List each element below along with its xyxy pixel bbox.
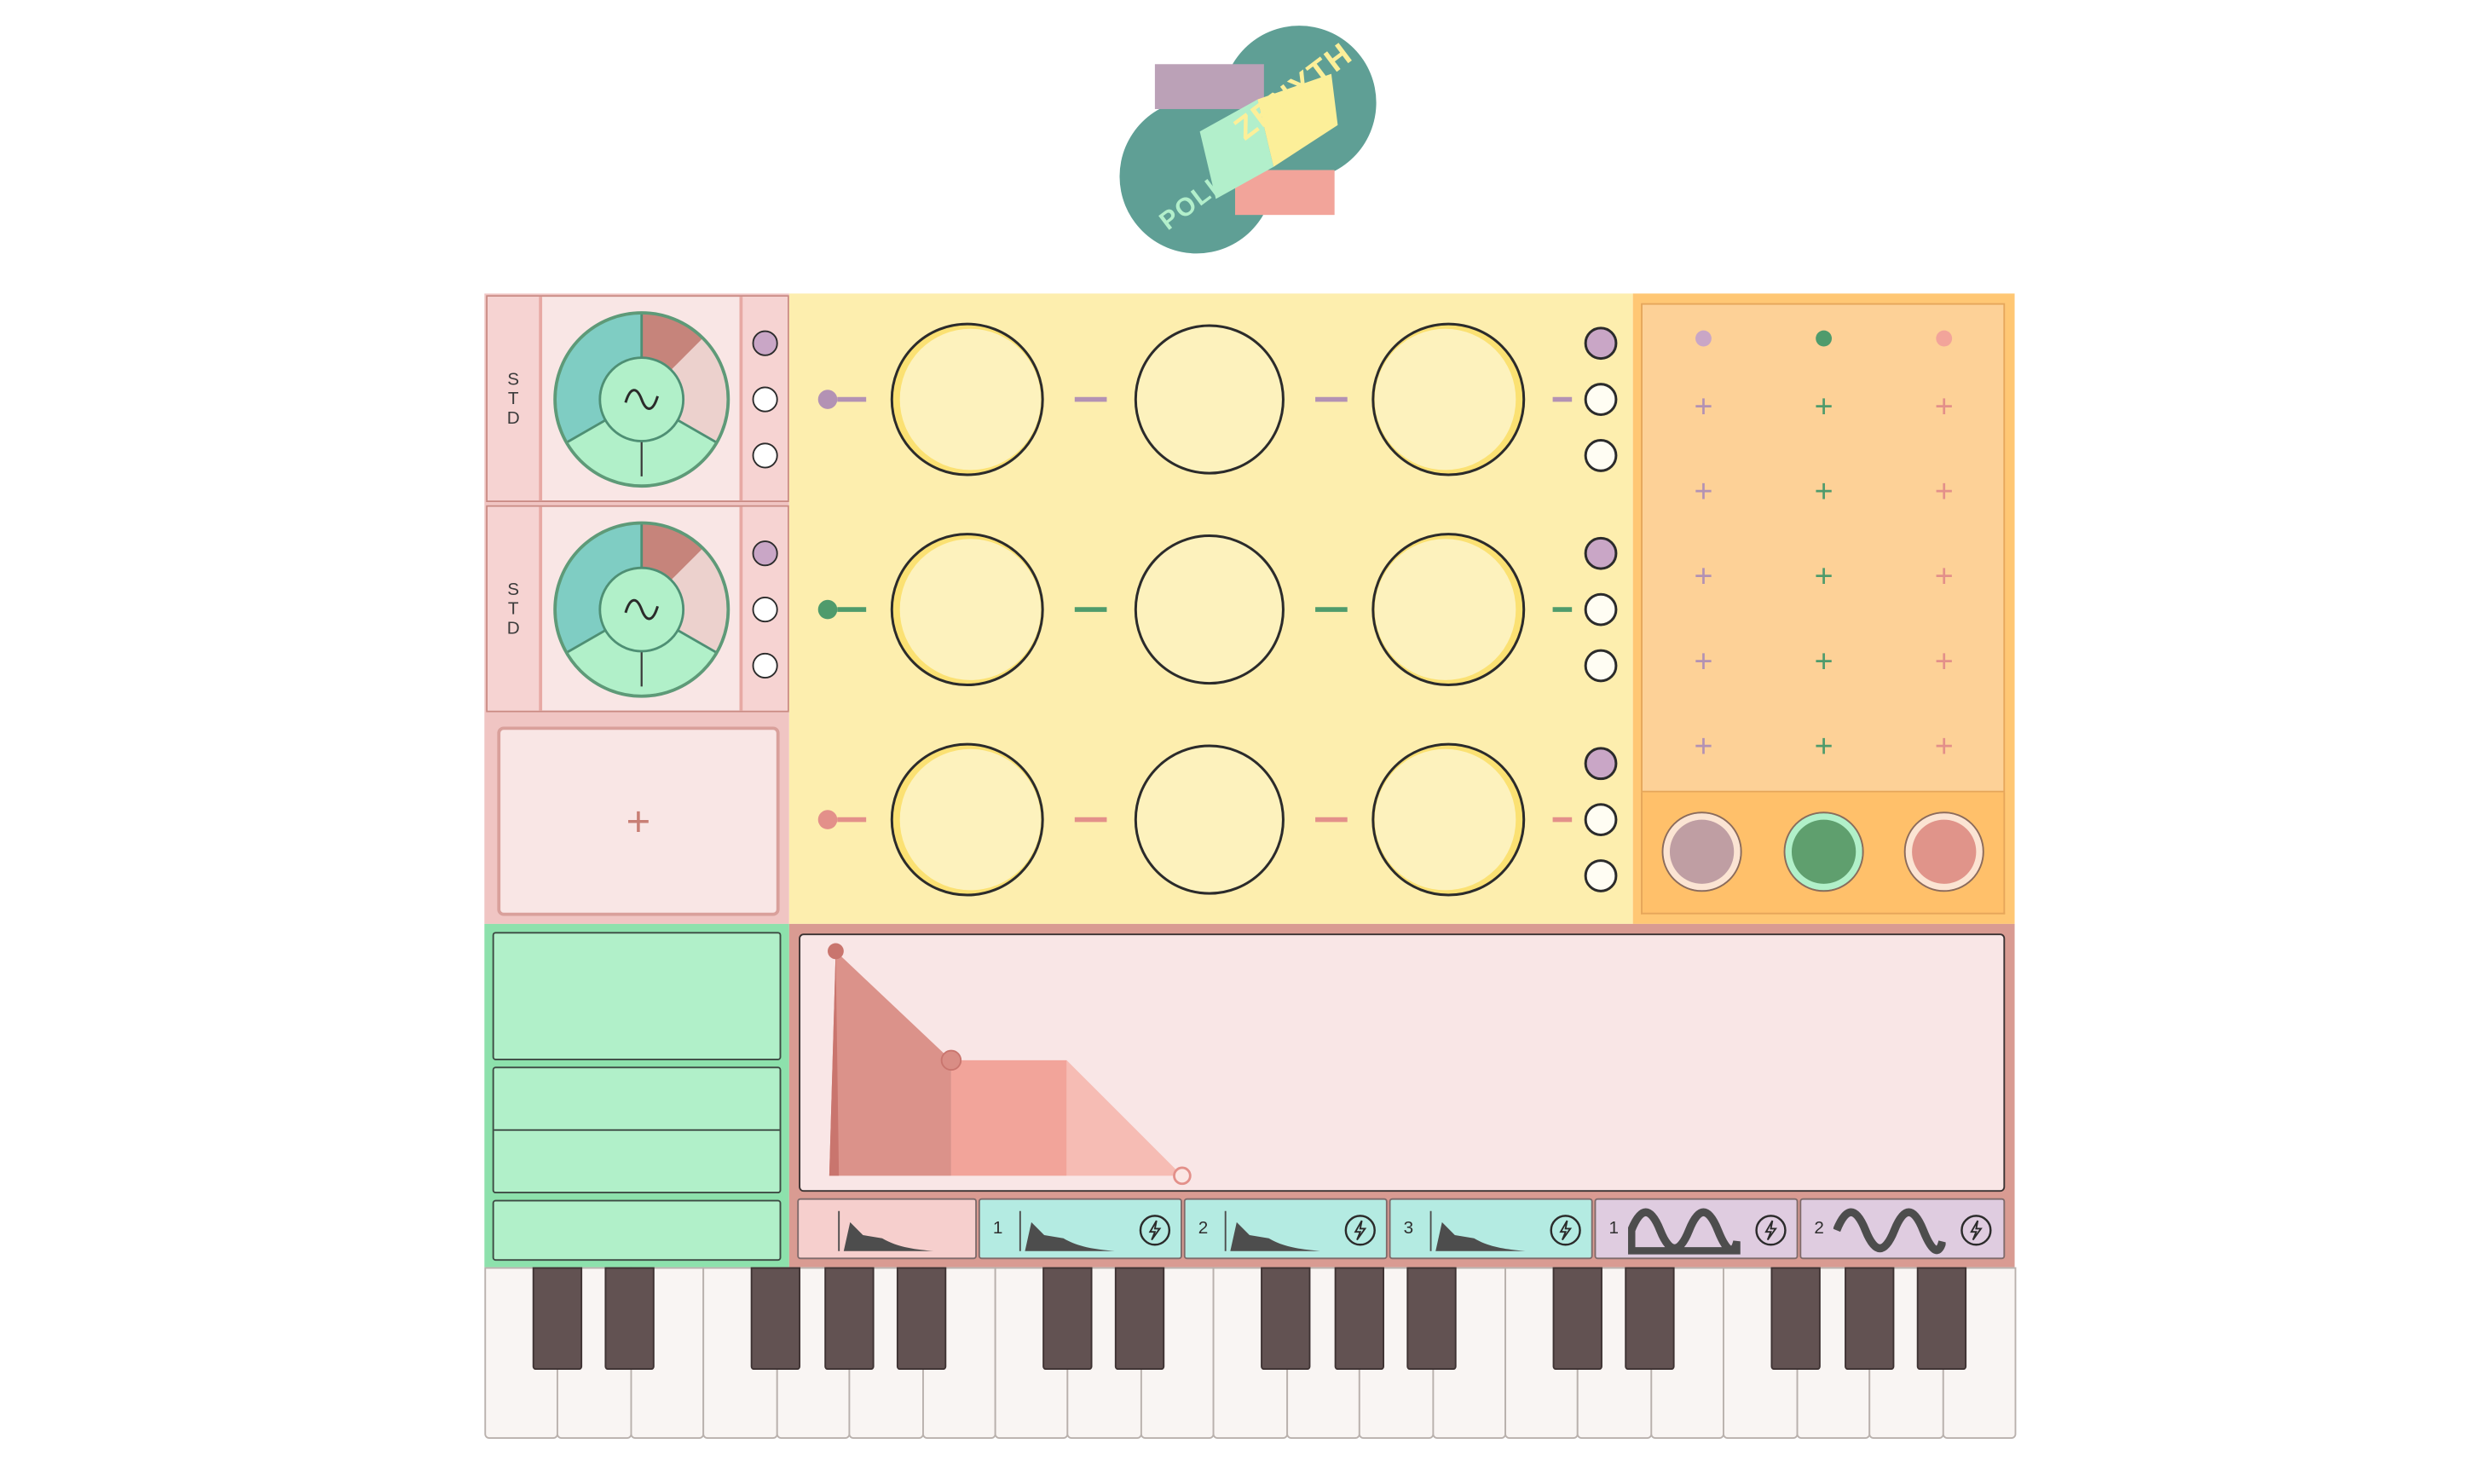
effect-divider bbox=[494, 1129, 780, 1131]
envelope-editor[interactable] bbox=[799, 933, 2006, 1192]
operator-grid bbox=[788, 293, 1633, 924]
lightning-icon[interactable] bbox=[1343, 1213, 1377, 1248]
envelope-icon bbox=[1429, 1210, 1526, 1251]
oscillator-type-label[interactable]: STD bbox=[488, 297, 543, 501]
oscillator-column: STD STD + bbox=[484, 293, 789, 924]
black-key[interactable] bbox=[751, 1267, 801, 1371]
matrix-plus-cell[interactable]: + bbox=[1928, 731, 1960, 764]
black-key[interactable] bbox=[605, 1267, 655, 1371]
output-dot[interactable] bbox=[752, 652, 778, 679]
effect-slot-3[interactable] bbox=[492, 1199, 782, 1262]
matrix-plus-cell[interactable]: + bbox=[1808, 731, 1840, 764]
black-key[interactable] bbox=[897, 1267, 947, 1371]
tab-number: 2 bbox=[1814, 1219, 1824, 1239]
black-key[interactable] bbox=[823, 1267, 874, 1371]
matrix-plus-cell[interactable]: + bbox=[1808, 646, 1840, 678]
output-dot-purple[interactable] bbox=[752, 330, 778, 356]
mix-knob-salmon[interactable] bbox=[1903, 811, 1984, 892]
output-dot[interactable] bbox=[752, 597, 778, 623]
matrix-plus-cell[interactable]: + bbox=[1808, 391, 1840, 424]
matrix-plus-cell[interactable]: + bbox=[1928, 476, 1960, 509]
black-key[interactable] bbox=[1333, 1267, 1384, 1371]
black-key[interactable] bbox=[1770, 1267, 1822, 1371]
operator-knob-3-3[interactable] bbox=[1373, 744, 1524, 895]
black-key[interactable] bbox=[1406, 1267, 1457, 1371]
matrix-plus-cell[interactable]: + bbox=[1688, 476, 1720, 509]
matrix-grid: + + + + + + + + + + + + + + + bbox=[1641, 303, 2006, 793]
tab-envelope-1[interactable]: 1 bbox=[978, 1198, 1182, 1260]
matrix-plus-cell[interactable]: + bbox=[1688, 391, 1720, 424]
operator-knob-2-1[interactable] bbox=[892, 534, 1042, 685]
piano-keyboard bbox=[484, 1267, 2017, 1442]
matrix-plus-cell[interactable]: + bbox=[1688, 731, 1720, 764]
operator-knob-2-2[interactable] bbox=[1134, 534, 1285, 685]
effects-panel bbox=[484, 923, 789, 1267]
synth-panel: STD STD + + + + + + + + + + + + + + + + … bbox=[484, 293, 2017, 1442]
envelope-panel: 1 2 3 1 2 bbox=[788, 923, 2015, 1267]
lfo-wave-icon bbox=[1833, 1208, 1946, 1255]
matrix-plus-cell[interactable]: + bbox=[1808, 476, 1840, 509]
tab-amp-envelope[interactable] bbox=[797, 1198, 978, 1260]
attack-handle bbox=[828, 943, 844, 960]
black-key[interactable] bbox=[1115, 1267, 1165, 1371]
mix-knob-green[interactable] bbox=[1783, 811, 1864, 892]
black-key[interactable] bbox=[1552, 1267, 1602, 1371]
tab-lfo-1[interactable]: 1 bbox=[1594, 1198, 1799, 1260]
lightning-icon[interactable] bbox=[1959, 1213, 1994, 1248]
black-key[interactable] bbox=[1042, 1267, 1093, 1371]
operator-knob-1-2[interactable] bbox=[1134, 324, 1285, 475]
oscillator-type-label[interactable]: STD bbox=[488, 506, 543, 711]
envelope-icon bbox=[838, 1210, 934, 1251]
matrix-plus-cell[interactable]: + bbox=[1808, 562, 1840, 594]
add-oscillator-label: + bbox=[626, 796, 651, 845]
effect-slot-2[interactable] bbox=[492, 1066, 782, 1194]
oscillator-wheel[interactable] bbox=[551, 309, 731, 489]
operator-outputs bbox=[1584, 326, 1618, 892]
black-key[interactable] bbox=[1916, 1267, 1967, 1371]
add-oscillator-button[interactable]: + bbox=[497, 726, 780, 916]
lightning-icon[interactable] bbox=[1137, 1213, 1172, 1248]
matrix-plus-cell[interactable]: + bbox=[1928, 562, 1960, 594]
operator-knob-1-1[interactable] bbox=[892, 324, 1042, 475]
tab-envelope-2[interactable]: 2 bbox=[1183, 1198, 1388, 1260]
tab-lfo-2[interactable]: 2 bbox=[1799, 1198, 2006, 1260]
output-dot[interactable] bbox=[752, 442, 778, 469]
envelope-icon bbox=[1019, 1210, 1115, 1251]
black-key[interactable] bbox=[532, 1267, 582, 1371]
oscillator-2-outputs bbox=[739, 506, 788, 711]
output-dot-purple[interactable] bbox=[752, 540, 778, 567]
black-key[interactable] bbox=[1844, 1267, 1894, 1371]
tab-number: 2 bbox=[1198, 1219, 1209, 1239]
tab-number: 1 bbox=[1608, 1219, 1619, 1239]
mix-matrix: + + + + + + + + + + + + + + + bbox=[1632, 293, 2015, 924]
operator-knob-3-1[interactable] bbox=[892, 744, 1042, 895]
operator-knob-1-3[interactable] bbox=[1373, 324, 1524, 475]
oscillator-1: STD bbox=[486, 295, 789, 503]
envelope-icon bbox=[1224, 1210, 1320, 1251]
lightning-icon[interactable] bbox=[1753, 1213, 1788, 1248]
tab-envelope-3[interactable]: 3 bbox=[1389, 1198, 1593, 1260]
output-dot[interactable] bbox=[752, 386, 778, 413]
matrix-plus-cell[interactable]: + bbox=[1688, 646, 1720, 678]
app-logo: POLISINT ZENYTH bbox=[1119, 26, 1377, 254]
oscillator-1-outputs bbox=[739, 297, 788, 501]
oscillator-wheel[interactable] bbox=[551, 520, 731, 700]
matrix-plus-cell[interactable]: + bbox=[1928, 646, 1960, 678]
black-key[interactable] bbox=[1261, 1267, 1311, 1371]
lfo-wave-icon bbox=[1628, 1208, 1741, 1255]
mix-level-row bbox=[1641, 792, 2006, 915]
tab-number: 1 bbox=[992, 1219, 1003, 1239]
effect-slot-1[interactable] bbox=[492, 932, 782, 1060]
tab-number: 3 bbox=[1403, 1219, 1414, 1239]
matrix-plus-cell[interactable]: + bbox=[1688, 562, 1720, 594]
matrix-plus-cell[interactable]: + bbox=[1928, 391, 1960, 424]
black-key[interactable] bbox=[1625, 1267, 1676, 1371]
operator-knob-2-3[interactable] bbox=[1373, 534, 1524, 685]
oscillator-2: STD bbox=[486, 505, 789, 713]
decay-handle bbox=[940, 1049, 962, 1071]
mix-knob-purple[interactable] bbox=[1661, 811, 1742, 892]
operator-knob-3-2[interactable] bbox=[1134, 744, 1285, 895]
lightning-icon[interactable] bbox=[1548, 1213, 1583, 1248]
release-handle bbox=[1173, 1166, 1192, 1186]
